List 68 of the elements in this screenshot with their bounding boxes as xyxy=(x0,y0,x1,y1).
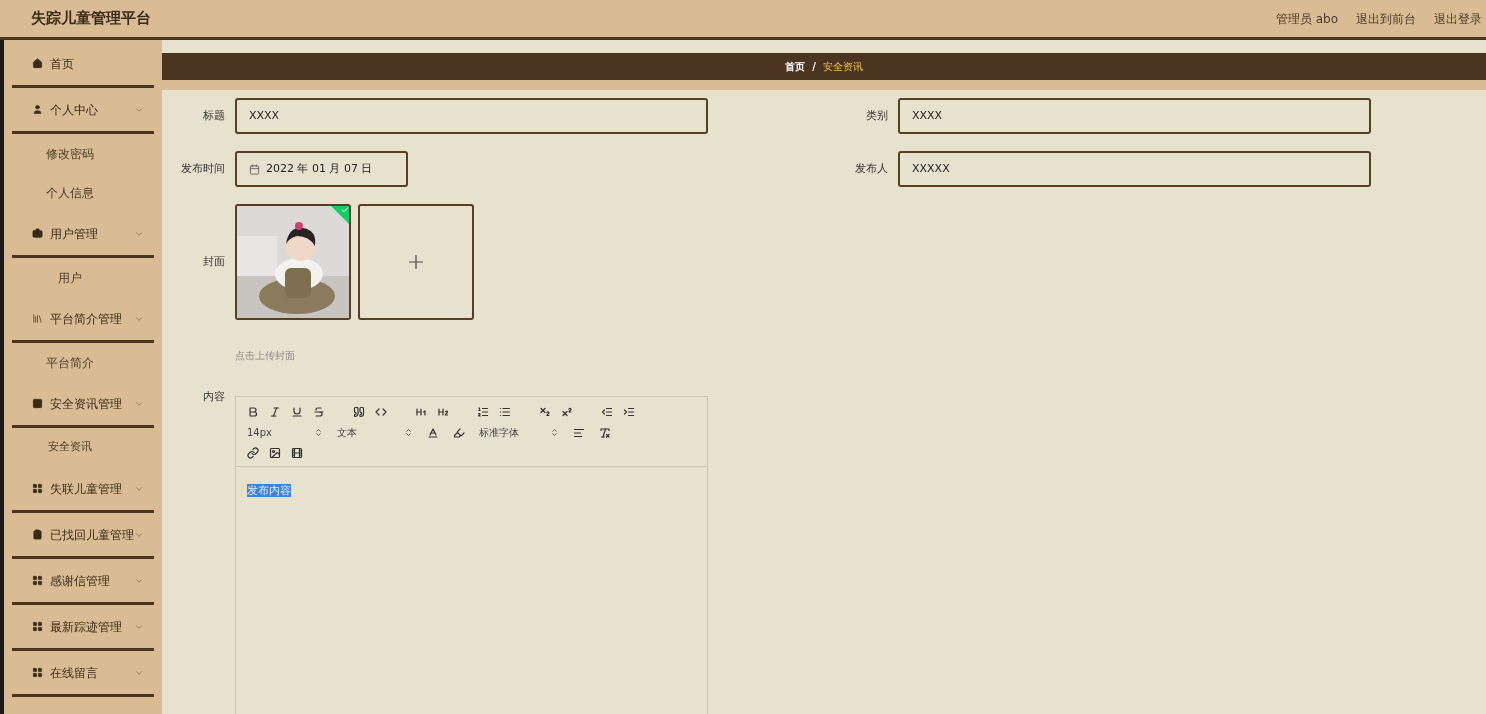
link-icon[interactable] xyxy=(247,447,259,459)
submenu-item[interactable]: 个人信息 xyxy=(4,173,162,212)
bullet-list-icon[interactable] xyxy=(499,406,511,418)
code-icon[interactable] xyxy=(375,406,387,418)
menu-item[interactable]: 感谢信管理 xyxy=(12,559,154,602)
select-arrows-icon xyxy=(550,428,559,437)
field-label: 发布时间 xyxy=(180,160,226,177)
superscript-icon[interactable] xyxy=(561,406,573,418)
submenu-item[interactable]: 修改密码 xyxy=(4,134,162,173)
input-field[interactable]: 2022 年 01 月 07 日 xyxy=(235,151,408,187)
home-icon xyxy=(32,58,43,69)
breadcrumb-link[interactable]: 首页 xyxy=(785,59,806,74)
input-field[interactable]: XXXX xyxy=(235,98,708,134)
submenu-item[interactable]: 用户 xyxy=(4,258,162,297)
select-dropdown[interactable]: 文本 xyxy=(337,425,413,440)
text-color-icon[interactable] xyxy=(427,426,439,439)
field-label: 标题 xyxy=(202,107,226,124)
quote-icon[interactable] xyxy=(353,406,365,418)
subscript-icon[interactable] xyxy=(539,406,551,418)
upload-hint: 点击上传封面 xyxy=(235,349,296,363)
heading-icon[interactable] xyxy=(415,406,427,418)
ordered-list-icon[interactable] xyxy=(477,406,489,418)
breadcrumb-separator: / xyxy=(812,60,816,74)
upload-button[interactable] xyxy=(358,204,474,320)
menu-item[interactable]: 最新踪迹管理 xyxy=(12,605,154,648)
submenu-item[interactable]: 安全资讯 xyxy=(4,428,162,467)
outdent-icon[interactable] xyxy=(601,406,613,418)
underline-icon[interactable] xyxy=(291,406,303,418)
italic-icon[interactable] xyxy=(269,406,281,418)
field-label: 类别 xyxy=(865,107,889,124)
menu-item[interactable]: 安全资讯管理 xyxy=(12,382,154,425)
menu-item[interactable]: 已找回儿童管理 xyxy=(12,513,154,556)
user-icon xyxy=(32,104,43,115)
image-icon[interactable] xyxy=(269,447,281,459)
align-icon[interactable] xyxy=(573,426,585,439)
user-label: 管理员 abo xyxy=(1275,10,1338,28)
bold-icon[interactable] xyxy=(247,406,259,418)
briefcase-icon xyxy=(32,228,43,239)
breadcrumb-link[interactable]: 安全资讯 xyxy=(822,59,863,74)
select-arrows-icon xyxy=(314,428,323,437)
strikethrough-icon[interactable] xyxy=(313,406,325,418)
field-label: 发布人 xyxy=(854,160,889,177)
input-field[interactable]: XXXXX xyxy=(898,151,1371,187)
menu-item[interactable]: 平台简介管理 xyxy=(12,297,154,340)
input-field[interactable]: XXXX xyxy=(898,98,1371,134)
field-label: 内容 xyxy=(202,389,226,405)
video-icon[interactable] xyxy=(291,447,303,459)
select-arrows-icon xyxy=(404,428,413,437)
highlight-icon[interactable] xyxy=(453,426,465,439)
header-link[interactable]: 退出到前台 xyxy=(1356,9,1416,28)
field-label: 封面 xyxy=(202,253,226,270)
app-title: 失踪儿童管理平台 xyxy=(31,8,151,30)
menu-item[interactable]: 用户管理 xyxy=(12,212,154,255)
library-icon xyxy=(32,313,43,324)
select-dropdown[interactable]: 14px xyxy=(247,425,323,440)
menu-item[interactable]: 失联儿童管理 xyxy=(12,467,154,510)
rich-text-editor[interactable]: 14px 文本 标准字体 发布内容 xyxy=(235,396,708,714)
header-link[interactable]: 退出登录 xyxy=(1434,9,1482,28)
clear-format-icon[interactable] xyxy=(599,426,611,439)
editor-text: 发布内容 xyxy=(247,484,291,497)
select-dropdown[interactable]: 标准字体 xyxy=(479,425,559,440)
submenu-item[interactable]: 平台简介 xyxy=(4,343,162,382)
indent-icon[interactable] xyxy=(623,406,635,418)
menu-item[interactable]: 在线留言 xyxy=(12,651,154,694)
menu-item[interactable]: 首页 xyxy=(12,42,154,85)
menu-item[interactable]: 个人中心 xyxy=(12,88,154,131)
calendar-icon xyxy=(249,163,260,175)
heading-icon[interactable] xyxy=(437,406,449,418)
